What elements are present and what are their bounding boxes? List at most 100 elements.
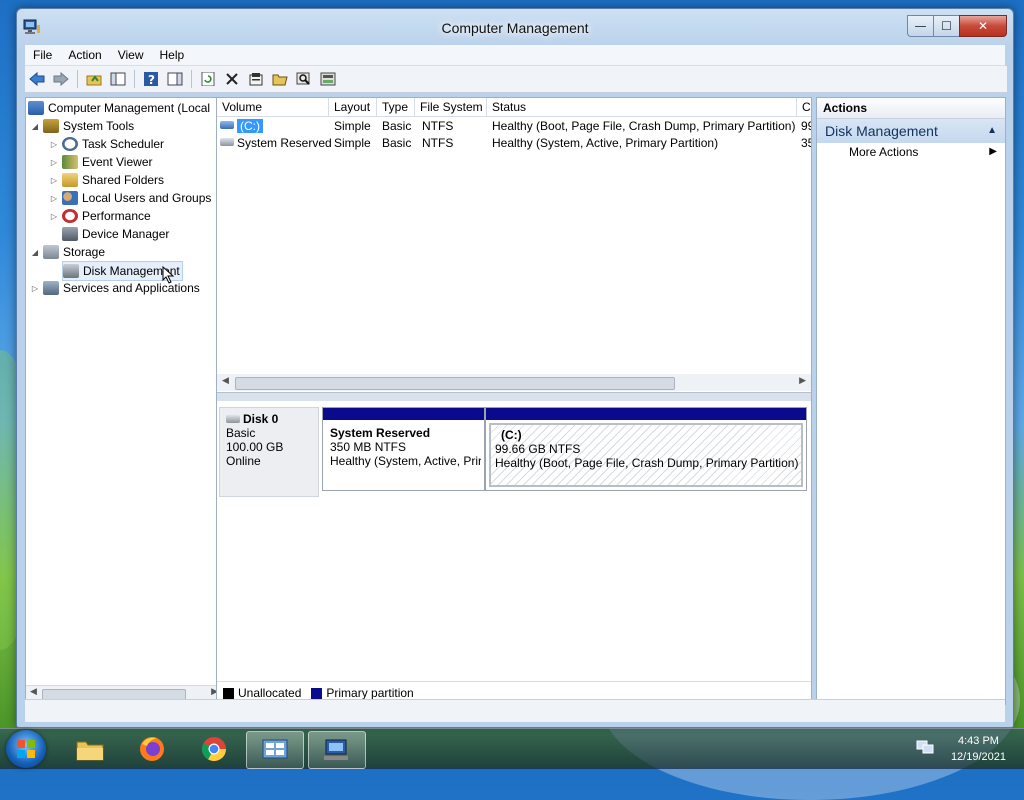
- volume-status: Healthy (System, Active, Primary Partiti…: [492, 136, 719, 150]
- maximize-button[interactable]: ☐: [933, 15, 959, 37]
- tree-item-performance[interactable]: ▷ Performance: [49, 207, 151, 225]
- taskbar-file-explorer[interactable]: [62, 731, 118, 767]
- disk-map: Disk 0 Basic 100.00 GB Online System Res…: [217, 401, 811, 681]
- event-viewer-icon: [62, 155, 78, 169]
- disk-name: Disk 0: [243, 412, 279, 426]
- tree-item-local-users-and-groups[interactable]: ▷ Local Users and Groups: [49, 189, 211, 207]
- partition-size: 350 MB NTFS: [330, 440, 407, 454]
- volume-list-horizontal-scrollbar[interactable]: ◀ ▶: [217, 374, 811, 391]
- menu-bar: File Action View Help: [25, 45, 1005, 66]
- partition-title: (C:): [501, 428, 522, 442]
- tree-item-label: Device Manager: [82, 227, 170, 241]
- open-folder-icon[interactable]: [270, 69, 290, 89]
- volume-file-system: NTFS: [422, 136, 454, 150]
- volume-row[interactable]: System Reserved Simple Basic NTFS Health…: [217, 135, 811, 152]
- minimize-button[interactable]: —: [907, 15, 933, 37]
- tree-item-label: Services and Applications: [63, 281, 200, 295]
- up-folder-icon[interactable]: [84, 69, 104, 89]
- collapsed-arrow-icon[interactable]: ▷: [30, 284, 40, 293]
- partition-title: System Reserved: [330, 426, 431, 440]
- partition-system-reserved[interactable]: System Reserved 350 MB NTFS Healthy (Sys…: [322, 407, 485, 491]
- collapsed-arrow-icon[interactable]: ▷: [49, 140, 59, 149]
- taskbar-computer-management[interactable]: [308, 731, 366, 769]
- more-actions-label: More Actions: [849, 145, 919, 159]
- forward-icon[interactable]: [51, 69, 71, 89]
- control-panel-icon: [262, 739, 288, 759]
- tree-item-label: Computer Management (Local: [48, 101, 211, 115]
- submenu-arrow-icon: ▶: [989, 146, 997, 157]
- start-button[interactable]: [6, 730, 46, 768]
- svg-text:?: ?: [148, 73, 155, 86]
- mouse-cursor-icon: [162, 266, 175, 284]
- volume-layout: Simple: [334, 119, 371, 133]
- disk-properties-icon[interactable]: [318, 69, 338, 89]
- column-header-file-system[interactable]: File System: [415, 98, 487, 116]
- clock-date: 12/19/2021: [950, 751, 1006, 763]
- network-icon[interactable]: [916, 739, 934, 755]
- taskbar: 4:43 PM 12/19/2021: [0, 728, 1024, 769]
- expanded-arrow-icon[interactable]: ◢: [30, 122, 40, 131]
- actions-section-disk-management[interactable]: Disk Management ▲: [817, 119, 1005, 143]
- menu-action[interactable]: Action: [60, 48, 109, 62]
- tree-item-shared-folders[interactable]: ▷ Shared Folders: [49, 171, 164, 189]
- system-clock[interactable]: 4:43 PM 12/19/2021: [951, 733, 1006, 765]
- computer-management-icon: [324, 739, 348, 760]
- properties-icon[interactable]: [246, 69, 266, 89]
- column-header-volume[interactable]: Volume: [217, 98, 329, 116]
- show-hide-console-tree-icon[interactable]: [108, 69, 128, 89]
- volume-icon: [220, 121, 234, 129]
- taskbar-chrome[interactable]: [186, 731, 242, 767]
- column-header-type[interactable]: Type: [377, 98, 415, 116]
- tree-root[interactable]: Computer Management (Local: [28, 99, 210, 117]
- menu-help[interactable]: Help: [152, 48, 193, 62]
- tree-item-label: Storage: [63, 245, 106, 259]
- tree-item-device-manager[interactable]: Device Manager: [62, 225, 169, 243]
- disk-info[interactable]: Disk 0 Basic 100.00 GB Online: [219, 407, 319, 497]
- scroll-left-icon[interactable]: ◀: [222, 376, 229, 386]
- scroll-left-icon[interactable]: ◀: [30, 687, 37, 697]
- volume-file-system: NTFS: [422, 119, 454, 133]
- volume-capacity: 99: [801, 119, 811, 133]
- delete-icon[interactable]: [222, 69, 242, 89]
- close-button[interactable]: ✕: [959, 15, 1007, 37]
- column-header-capacity[interactable]: C: [797, 98, 811, 116]
- toolbar-separator: [77, 70, 78, 88]
- collapsed-arrow-icon[interactable]: ▷: [49, 158, 59, 167]
- back-icon[interactable]: [27, 69, 47, 89]
- collapsed-arrow-icon[interactable]: ▷: [49, 194, 59, 203]
- volume-row[interactable]: (C:) Simple Basic NTFS Healthy (Boot, Pa…: [217, 118, 811, 135]
- volume-name: System Reserved: [237, 136, 332, 150]
- partition-status: Healthy (System, Active, Prir: [330, 454, 481, 468]
- primary-partition-bar: [486, 408, 806, 420]
- taskbar-control-panel[interactable]: [246, 731, 304, 769]
- services-icon: [43, 281, 59, 295]
- more-actions-item[interactable]: More Actions ▶: [817, 143, 1005, 161]
- expanded-arrow-icon[interactable]: ◢: [30, 248, 40, 257]
- collapse-icon[interactable]: ▲: [987, 119, 997, 143]
- tree-item-label: Event Viewer: [82, 155, 153, 169]
- shared-folder-icon: [62, 173, 78, 187]
- performance-icon: [62, 209, 78, 223]
- help-icon[interactable]: ?: [141, 69, 161, 89]
- tree-item-system-tools[interactable]: ◢ System Tools: [30, 117, 134, 135]
- legend-unallocated: Unallocated: [238, 686, 302, 700]
- partition-c[interactable]: (C:) 99.66 GB NTFS Healthy (Boot, Page F…: [485, 407, 807, 491]
- tree-item-event-viewer[interactable]: ▷ Event Viewer: [49, 153, 152, 171]
- taskbar-firefox[interactable]: [124, 731, 180, 767]
- menu-file[interactable]: File: [25, 48, 60, 62]
- folder-icon: [76, 741, 104, 761]
- menu-view[interactable]: View: [110, 48, 152, 62]
- search-icon[interactable]: [294, 69, 314, 89]
- collapsed-arrow-icon[interactable]: ▷: [49, 176, 59, 185]
- scroll-right-icon[interactable]: ▶: [799, 376, 806, 386]
- collapsed-arrow-icon[interactable]: ▷: [49, 212, 59, 221]
- tree-item-task-scheduler[interactable]: ▷ Task Scheduler: [49, 135, 164, 153]
- title-bar[interactable]: Computer Management — ☐ ✕: [17, 9, 1013, 45]
- column-header-layout[interactable]: Layout: [329, 98, 377, 116]
- show-hide-action-pane-icon[interactable]: [165, 69, 185, 89]
- refresh-icon[interactable]: [198, 69, 218, 89]
- scroll-thumb[interactable]: [235, 377, 675, 390]
- column-header-status[interactable]: Status: [487, 98, 797, 116]
- tree-item-storage[interactable]: ◢ Storage: [30, 243, 105, 261]
- legend-primary-partition: Primary partition: [326, 686, 414, 700]
